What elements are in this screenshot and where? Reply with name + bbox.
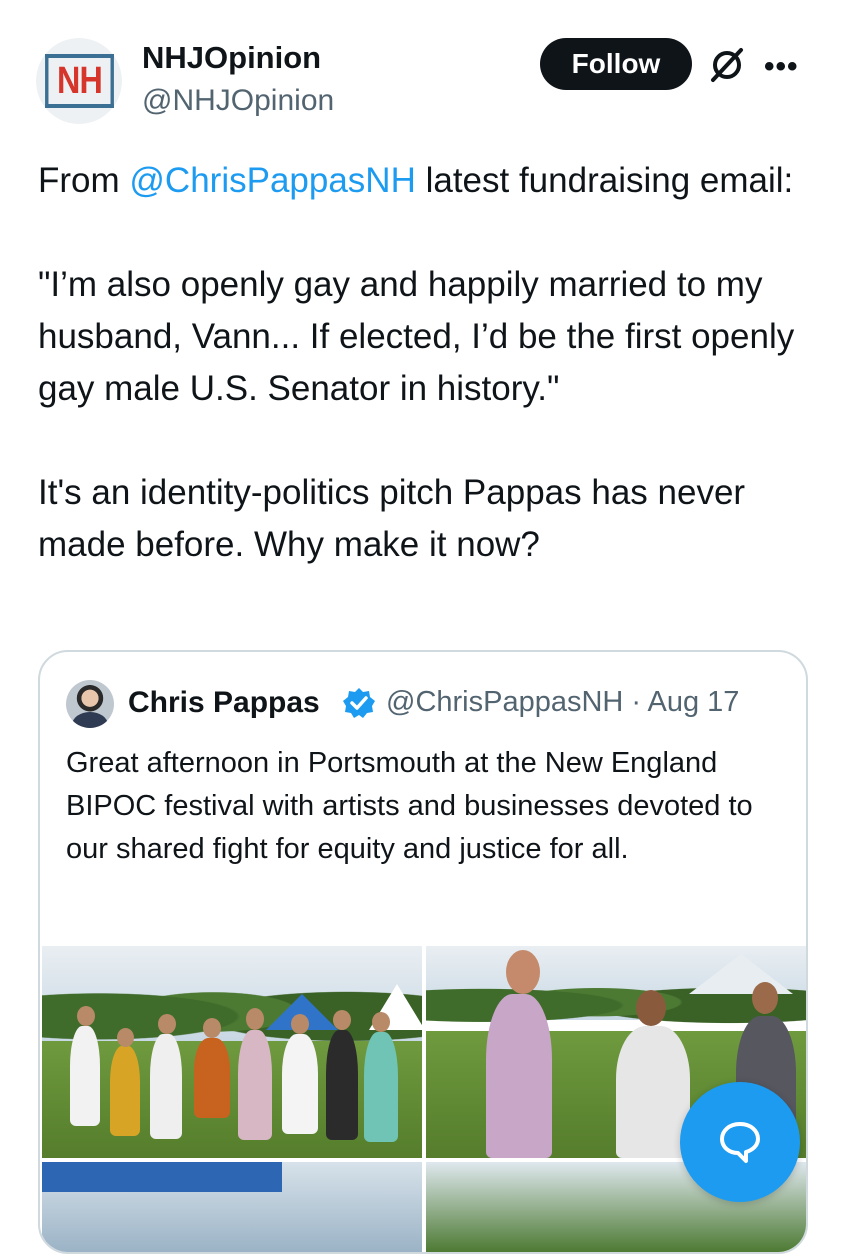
- photo-head: [158, 1014, 176, 1034]
- photo-head: [117, 1028, 134, 1047]
- more-icon[interactable]: •••: [764, 50, 799, 84]
- photo-person: [194, 1038, 230, 1118]
- photo-person: [486, 994, 552, 1158]
- photo-head: [203, 1018, 221, 1038]
- tweet-closing-paragraph: It's an identity-politics pitch Pappas h…: [38, 473, 746, 564]
- grok-icon[interactable]: [708, 46, 746, 84]
- nh-logo: NH: [44, 54, 114, 108]
- chat-bubble-icon: [720, 1122, 760, 1163]
- quoted-author-avatar[interactable]: [66, 680, 114, 728]
- photo-person: [326, 1030, 358, 1140]
- photo-person: [616, 1026, 690, 1158]
- photo-head: [636, 990, 666, 1026]
- quoted-handle-date[interactable]: @ChrisPappasNH · Aug 17: [386, 686, 739, 719]
- follow-button[interactable]: Follow: [540, 38, 692, 90]
- author-handle[interactable]: @NHJOpinion: [142, 84, 334, 118]
- photo-head: [246, 1008, 264, 1030]
- tweet-quote-paragraph: "I’m also openly gay and happily married…: [38, 265, 795, 408]
- photo-person: [150, 1034, 182, 1139]
- photo-head: [291, 1014, 309, 1034]
- tweet-body: From @ChrisPappasNH latest fundraising e…: [38, 155, 818, 571]
- photo-person: [282, 1034, 318, 1134]
- photo-head: [506, 950, 540, 994]
- quoted-author-name[interactable]: Chris Pappas: [128, 686, 320, 720]
- photo-person: [238, 1030, 272, 1140]
- photo-person: [70, 1026, 100, 1126]
- tweet-header: NH NHJOpinion @NHJOpinion Follow •••: [0, 0, 844, 140]
- photo-trees: [42, 962, 422, 1052]
- quoted-tweet-text: Great afternoon in Portsmouth at the New…: [66, 747, 753, 865]
- mention-link[interactable]: @ChrisPappasNH: [129, 161, 415, 200]
- tweet-text-prefix: From: [38, 161, 130, 200]
- tweet-paragraph-1: From @ChrisPappasNH latest fundraising e…: [38, 155, 818, 207]
- photo-group-festival[interactable]: [42, 946, 422, 1158]
- photo-person: [110, 1046, 140, 1136]
- verified-badge-icon: [343, 688, 375, 718]
- photo-head: [333, 1010, 351, 1030]
- photo-head: [372, 1012, 390, 1032]
- photo-person: [364, 1032, 398, 1142]
- photo-tent-bottom[interactable]: [42, 1162, 422, 1252]
- chat-fab-button[interactable]: [680, 1082, 800, 1202]
- photo-head: [77, 1006, 95, 1026]
- photo-blue-canopy: [42, 1162, 282, 1192]
- author-display-name[interactable]: NHJOpinion: [142, 40, 321, 76]
- photo-head: [752, 982, 778, 1014]
- author-avatar[interactable]: NH: [36, 38, 122, 124]
- tweet-text-suffix: latest fundraising email:: [415, 161, 794, 200]
